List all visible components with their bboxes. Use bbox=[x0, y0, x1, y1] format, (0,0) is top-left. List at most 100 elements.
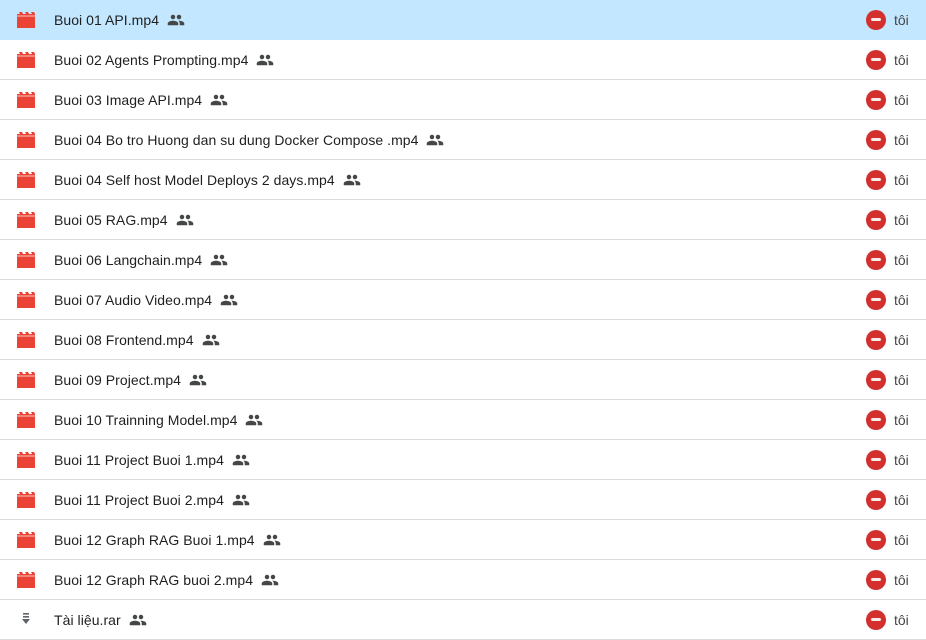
file-row[interactable]: Buoi 09 Project.mp4 tôi bbox=[0, 360, 926, 400]
owner-name: tôi bbox=[894, 571, 909, 588]
file-name: Tài liệu.rar bbox=[54, 611, 121, 628]
shared-people-icon bbox=[261, 571, 279, 589]
video-file-icon bbox=[17, 531, 35, 548]
owner-cell: tôi bbox=[866, 120, 909, 159]
owner-name: tôi bbox=[894, 451, 909, 468]
file-name: Buoi 08 Frontend.mp4 bbox=[54, 331, 194, 348]
shared-people-icon bbox=[232, 451, 250, 469]
video-file-icon bbox=[17, 291, 35, 308]
file-name: Buoi 04 Self host Model Deploys 2 days.m… bbox=[54, 171, 335, 188]
shared-people-icon bbox=[167, 11, 185, 29]
owner-name: tôi bbox=[894, 211, 909, 228]
avatar bbox=[866, 329, 886, 350]
owner-name: tôi bbox=[894, 51, 909, 68]
avatar bbox=[866, 569, 886, 590]
video-file-icon bbox=[17, 251, 35, 268]
file-name: Buoi 12 Graph RAG buoi 2.mp4 bbox=[54, 571, 254, 588]
shared-people-icon bbox=[129, 611, 147, 629]
file-name-cell[interactable]: Buoi 04 Bo tro Huong dan su dung Docker … bbox=[54, 120, 444, 159]
file-name-cell[interactable]: Buoi 10 Trainning Model.mp4 bbox=[54, 400, 263, 439]
video-file-icon bbox=[17, 331, 35, 348]
shared-people-icon bbox=[263, 531, 281, 549]
file-name: Buoi 11 Project Buoi 2.mp4 bbox=[54, 491, 224, 508]
file-name-cell[interactable]: Buoi 08 Frontend.mp4 bbox=[54, 320, 220, 359]
file-row[interactable]: Buoi 01 API.mp4 tôi bbox=[0, 0, 926, 40]
video-file-icon bbox=[17, 131, 35, 148]
video-file-icon bbox=[17, 371, 35, 388]
owner-cell: tôi bbox=[866, 240, 909, 279]
file-row[interactable]: Buoi 02 Agents Prompting.mp4 tôi bbox=[0, 40, 926, 80]
file-row[interactable]: Buoi 03 Image API.mp4 tôi bbox=[0, 80, 926, 120]
owner-cell: tôi bbox=[866, 360, 909, 399]
owner-cell: tôi bbox=[866, 160, 909, 199]
file-name-cell[interactable]: Tài liệu.rar bbox=[54, 600, 147, 639]
video-file-icon bbox=[17, 171, 35, 188]
owner-cell: tôi bbox=[866, 200, 909, 239]
file-name-cell[interactable]: Buoi 12 Graph RAG Buoi 1.mp4 bbox=[54, 520, 281, 559]
file-row[interactable]: Buoi 11 Project Buoi 2.mp4 tôi bbox=[0, 480, 926, 520]
file-row[interactable]: Buoi 04 Self host Model Deploys 2 days.m… bbox=[0, 160, 926, 200]
owner-cell: tôi bbox=[866, 600, 909, 639]
file-name: Buoi 07 Audio Video.mp4 bbox=[54, 291, 213, 308]
avatar bbox=[866, 409, 886, 430]
file-row[interactable]: Buoi 10 Trainning Model.mp4 tôi bbox=[0, 400, 926, 440]
shared-people-icon bbox=[343, 171, 361, 189]
owner-cell: tôi bbox=[866, 280, 909, 319]
file-row[interactable]: Buoi 06 Langchain.mp4 tôi bbox=[0, 240, 926, 280]
file-name: Buoi 09 Project.mp4 bbox=[54, 371, 182, 388]
shared-people-icon bbox=[189, 371, 207, 389]
file-name-cell[interactable]: Buoi 11 Project Buoi 1.mp4 bbox=[54, 440, 250, 479]
file-name-cell[interactable]: Buoi 01 API.mp4 bbox=[54, 0, 185, 39]
shared-people-icon bbox=[176, 211, 194, 229]
file-name-cell[interactable]: Buoi 02 Agents Prompting.mp4 bbox=[54, 40, 274, 79]
avatar bbox=[866, 169, 886, 190]
video-file-icon bbox=[17, 11, 35, 28]
video-file-icon bbox=[17, 51, 35, 68]
file-name-cell[interactable]: Buoi 03 Image API.mp4 bbox=[54, 80, 228, 119]
file-row[interactable]: Buoi 04 Bo tro Huong dan su dung Docker … bbox=[0, 120, 926, 160]
file-name: Buoi 03 Image API.mp4 bbox=[54, 91, 203, 108]
owner-name: tôi bbox=[894, 491, 909, 508]
file-name-cell[interactable]: Buoi 06 Langchain.mp4 bbox=[54, 240, 228, 279]
file-name: Buoi 06 Langchain.mp4 bbox=[54, 251, 203, 268]
file-name-cell[interactable]: Buoi 12 Graph RAG buoi 2.mp4 bbox=[54, 560, 279, 599]
shared-people-icon bbox=[202, 331, 220, 349]
file-row[interactable]: Buoi 07 Audio Video.mp4 tôi bbox=[0, 280, 926, 320]
owner-name: tôi bbox=[894, 371, 909, 388]
file-name: Buoi 02 Agents Prompting.mp4 bbox=[54, 51, 249, 68]
video-file-icon bbox=[17, 411, 35, 428]
owner-name: tôi bbox=[894, 331, 909, 348]
video-file-icon bbox=[17, 211, 35, 228]
file-name-cell[interactable]: Buoi 09 Project.mp4 bbox=[54, 360, 207, 399]
owner-name: tôi bbox=[894, 11, 909, 28]
shared-people-icon bbox=[256, 51, 274, 69]
file-row[interactable]: Buoi 11 Project Buoi 1.mp4 tôi bbox=[0, 440, 926, 480]
file-row[interactable]: Buoi 08 Frontend.mp4 tôi bbox=[0, 320, 926, 360]
file-row[interactable]: Tài liệu.rar tôi bbox=[0, 600, 926, 640]
owner-cell: tôi bbox=[866, 320, 909, 359]
owner-cell: tôi bbox=[866, 520, 909, 559]
shared-people-icon bbox=[210, 251, 228, 269]
file-name: Buoi 04 Bo tro Huong dan su dung Docker … bbox=[54, 131, 419, 148]
file-row[interactable]: Buoi 12 Graph RAG buoi 2.mp4 tôi bbox=[0, 560, 926, 600]
file-row[interactable]: Buoi 12 Graph RAG Buoi 1.mp4 tôi bbox=[0, 520, 926, 560]
owner-name: tôi bbox=[894, 531, 909, 548]
file-name-cell[interactable]: Buoi 11 Project Buoi 2.mp4 bbox=[54, 480, 250, 519]
owner-cell: tôi bbox=[866, 40, 909, 79]
owner-cell: tôi bbox=[866, 0, 909, 39]
file-name-cell[interactable]: Buoi 07 Audio Video.mp4 bbox=[54, 280, 238, 319]
file-name-cell[interactable]: Buoi 04 Self host Model Deploys 2 days.m… bbox=[54, 160, 361, 199]
video-file-icon bbox=[17, 491, 35, 508]
file-row[interactable]: Buoi 05 RAG.mp4 tôi bbox=[0, 200, 926, 240]
file-name: Buoi 10 Trainning Model.mp4 bbox=[54, 411, 238, 428]
avatar bbox=[866, 129, 886, 150]
avatar bbox=[866, 289, 886, 310]
shared-people-icon bbox=[232, 491, 250, 509]
file-name-cell[interactable]: Buoi 05 RAG.mp4 bbox=[54, 200, 194, 239]
owner-name: tôi bbox=[894, 411, 909, 428]
avatar bbox=[866, 209, 886, 230]
video-file-icon bbox=[17, 571, 35, 588]
shared-people-icon bbox=[220, 291, 238, 309]
avatar bbox=[866, 49, 886, 70]
file-name: Buoi 01 API.mp4 bbox=[54, 11, 160, 28]
